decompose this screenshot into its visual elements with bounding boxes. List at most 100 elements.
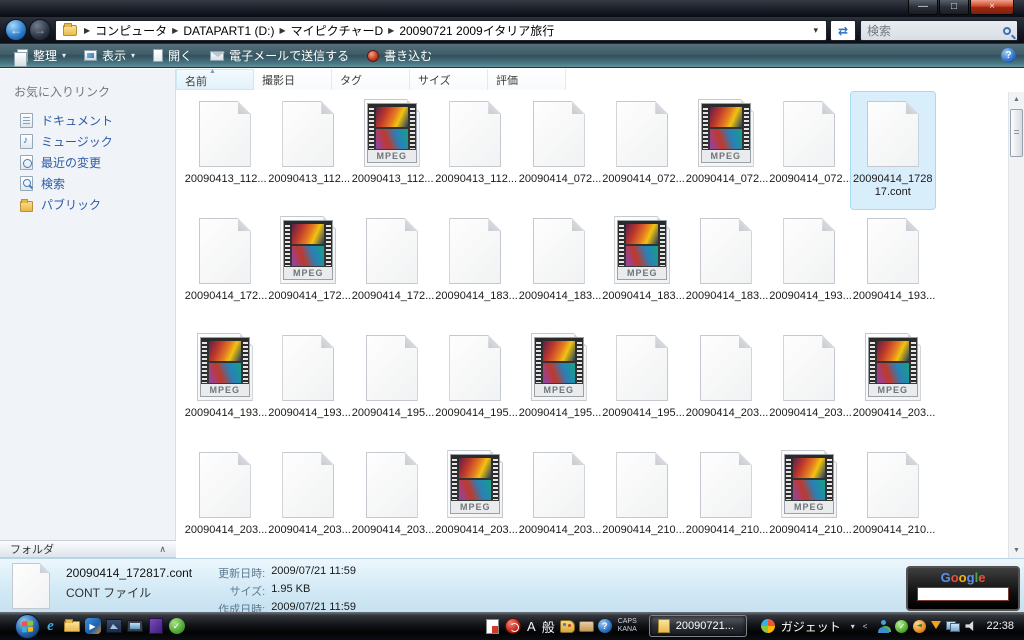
- file-item[interactable]: 20090414_195...: [434, 326, 518, 443]
- file-item[interactable]: 20090414_203...: [517, 443, 601, 560]
- tray-update-icon[interactable]: [913, 619, 927, 633]
- tray-security-check-icon[interactable]: ✓: [895, 619, 909, 633]
- sidebar-item-music[interactable]: ミュージック: [0, 131, 175, 152]
- breadcrumb-segment-computer[interactable]: コンピュータ: [95, 22, 167, 39]
- ime-palette-icon[interactable]: [559, 619, 575, 633]
- file-item[interactable]: 20090414_183...: [434, 209, 518, 326]
- column-header-rating[interactable]: 評価: [488, 69, 566, 90]
- file-item[interactable]: 20090414_203...: [183, 443, 267, 560]
- burn-button[interactable]: 書き込む: [358, 45, 441, 66]
- file-item[interactable]: 20090413_112...: [434, 92, 517, 209]
- back-button[interactable]: ←: [5, 19, 27, 41]
- file-item[interactable]: MPEG 20090414_203...: [851, 326, 935, 443]
- ime-help-icon[interactable]: ?: [597, 619, 612, 633]
- volume-icon[interactable]: [965, 621, 974, 631]
- address-bar[interactable]: ▶ コンピュータ ▶ DATAPART1 (D:) ▶ マイピクチャーD ▶ 2…: [55, 20, 827, 41]
- help-button[interactable]: ?: [1001, 48, 1016, 63]
- gadgets-dropdown-icon[interactable]: ▾: [851, 622, 855, 631]
- forward-button[interactable]: →: [29, 19, 51, 41]
- sidebar-item-documents[interactable]: ドキュメント: [0, 110, 175, 131]
- column-header-date-taken[interactable]: 撮影日: [254, 69, 332, 90]
- column-header-size[interactable]: サイズ: [410, 69, 488, 90]
- file-item[interactable]: 20090414_195...: [601, 326, 685, 443]
- file-item[interactable]: 20090414_203...: [350, 443, 434, 560]
- show-desktop-icon[interactable]: [125, 617, 144, 636]
- tray-download-arrow-icon[interactable]: [931, 621, 942, 634]
- vertical-scrollbar[interactable]: ▲ ▼: [1008, 92, 1024, 558]
- file-item[interactable]: 20090414_183...: [684, 209, 768, 326]
- file-item[interactable]: 20090414_210...: [851, 443, 935, 560]
- search-input[interactable]: 検索: [860, 20, 1018, 41]
- messenger-icon[interactable]: ✓: [167, 617, 186, 636]
- ime-caps-kana-state[interactable]: CAPS KANA: [618, 618, 637, 634]
- file-item[interactable]: 20090414_203...: [684, 326, 768, 443]
- media-player-icon[interactable]: ▶: [83, 617, 102, 636]
- maximize-button[interactable]: □: [939, 0, 969, 15]
- purple-app-icon: [148, 618, 163, 634]
- file-item[interactable]: MPEG 20090414_193...: [183, 326, 267, 443]
- file-item[interactable]: MPEG 20090414_172...: [267, 209, 351, 326]
- file-item[interactable]: 20090414_172...: [350, 209, 434, 326]
- folders-expander[interactable]: フォルダ ∧: [0, 540, 176, 558]
- tray-collapse-icon[interactable]: <: [863, 622, 868, 631]
- refresh-button[interactable]: ⇄: [830, 20, 856, 41]
- email-button[interactable]: 電子メールで送信する: [201, 45, 358, 66]
- photo-viewer-icon[interactable]: [104, 617, 123, 636]
- organize-button[interactable]: 整理 ▾: [8, 45, 75, 67]
- ime-conversion-mode[interactable]: 般: [542, 617, 555, 636]
- app-shortcut-icon[interactable]: [146, 617, 165, 636]
- sidebar-item-searches[interactable]: 検索: [0, 173, 175, 194]
- file-item[interactable]: MPEG 20090414_072...: [684, 92, 768, 209]
- file-item[interactable]: 20090414_203...: [768, 326, 852, 443]
- close-button[interactable]: ×: [970, 0, 1014, 15]
- file-item[interactable]: MPEG 20090413_112...: [350, 92, 434, 209]
- gadget-search-input[interactable]: [917, 587, 1009, 601]
- address-dropdown-icon[interactable]: ▾: [813, 25, 818, 36]
- taskbar-clock[interactable]: 22:38: [986, 620, 1014, 632]
- file-item[interactable]: 20090414_183...: [517, 209, 601, 326]
- file-item[interactable]: 20090414_172...: [183, 209, 267, 326]
- ime-input-mode[interactable]: A: [527, 619, 536, 634]
- column-header-tags[interactable]: タグ: [332, 69, 410, 90]
- file-item[interactable]: MPEG 20090414_183...: [601, 209, 685, 326]
- file-item[interactable]: 20090414_072...: [517, 92, 601, 209]
- file-item[interactable]: 20090414_193...: [768, 209, 852, 326]
- file-item[interactable]: MPEG 20090414_195...: [517, 326, 601, 443]
- network-icon[interactable]: [946, 620, 961, 632]
- file-item[interactable]: 20090414_210...: [684, 443, 768, 560]
- file-item[interactable]: MPEG 20090414_203...: [434, 443, 518, 560]
- breadcrumb-segment-drive[interactable]: DATAPART1 (D:): [183, 24, 274, 38]
- views-button[interactable]: 表示 ▾: [75, 45, 144, 66]
- open-button[interactable]: 開く: [144, 45, 201, 66]
- minimize-button[interactable]: —: [908, 0, 938, 15]
- file-item[interactable]: 20090413_112...: [183, 92, 267, 209]
- mpeg-file-icon: MPEG: [865, 333, 921, 401]
- file-item[interactable]: 20090414_195...: [350, 326, 434, 443]
- breadcrumb-segment-current[interactable]: 20090721 2009イタリア旅行: [399, 22, 554, 39]
- notification-document-icon[interactable]: [486, 618, 500, 634]
- file-item[interactable]: 20090413_112...: [267, 92, 350, 209]
- sidebar-item-public[interactable]: パブリック: [0, 194, 175, 215]
- start-button[interactable]: [15, 613, 40, 639]
- sidebar-item-recent-changes[interactable]: 最近の変更: [0, 152, 175, 173]
- scroll-up-icon[interactable]: ▲: [1009, 92, 1024, 107]
- gadgets-button[interactable]: ガジェット: [760, 618, 841, 635]
- ime-toolbox-icon[interactable]: [578, 620, 594, 632]
- internet-explorer-icon[interactable]: e: [41, 617, 60, 636]
- scrollbar-thumb[interactable]: [1010, 109, 1023, 157]
- file-item[interactable]: 20090414_193...: [267, 326, 351, 443]
- file-item[interactable]: 20090414_072...: [768, 92, 852, 209]
- file-item[interactable]: 20090414_203...: [267, 443, 351, 560]
- breadcrumb-segment-pictures[interactable]: マイピクチャーD: [291, 22, 384, 39]
- file-item[interactable]: 20090414_072...: [601, 92, 685, 209]
- folder-shortcut-icon[interactable]: [62, 617, 81, 636]
- file-item[interactable]: 20090414_193...: [851, 209, 935, 326]
- file-item[interactable]: MPEG 20090414_210...: [768, 443, 852, 560]
- tray-user-icon[interactable]: [877, 619, 890, 633]
- scroll-down-icon[interactable]: ▼: [1009, 543, 1024, 558]
- taskbar-window-button[interactable]: 20090721...: [648, 615, 747, 637]
- notification-red-icon[interactable]: [505, 618, 522, 634]
- file-item[interactable]: 20090414_210...: [601, 443, 685, 560]
- file-item[interactable]: 20090414_172817.cont: [850, 91, 936, 210]
- column-header-name[interactable]: 名前 ▲: [176, 68, 254, 90]
